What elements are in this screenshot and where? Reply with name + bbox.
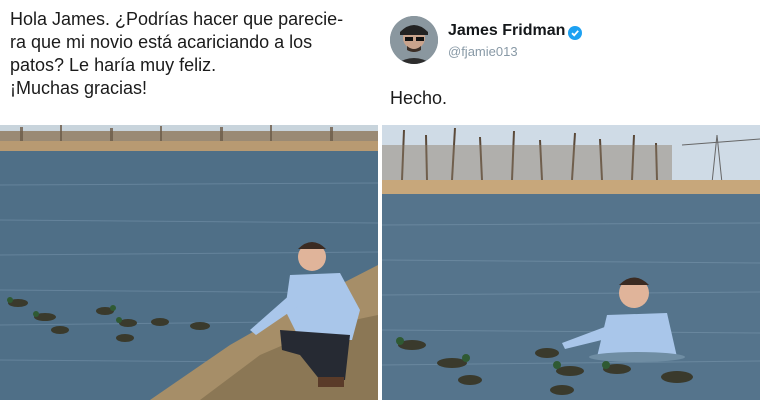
verified-badge-icon — [568, 26, 582, 40]
original-photo — [0, 125, 378, 400]
request-text: Hola James. ¿Podrías hacer que parecie- … — [10, 8, 370, 100]
request-line: ra que mi novio está acariciando a los — [10, 32, 313, 52]
avatar-image — [390, 16, 438, 64]
author-handle[interactable]: @fjamie013 — [448, 44, 518, 59]
request-line: patos? Le haría muy feliz. — [10, 55, 217, 75]
author-avatar[interactable] — [390, 16, 438, 64]
request-line: Hola James. ¿Podrías hacer que parecie- — [10, 9, 344, 29]
request-panel: Hola James. ¿Podrías hacer que parecie- … — [0, 0, 378, 400]
reply-text: Hecho. — [390, 88, 448, 108]
reply-panel: James Fridman @fjamie013 Hecho. — [382, 0, 760, 400]
edited-photo — [382, 125, 760, 400]
request-line: ¡Muchas gracias! — [10, 78, 148, 98]
author-name[interactable]: James Fridman — [448, 22, 565, 40]
